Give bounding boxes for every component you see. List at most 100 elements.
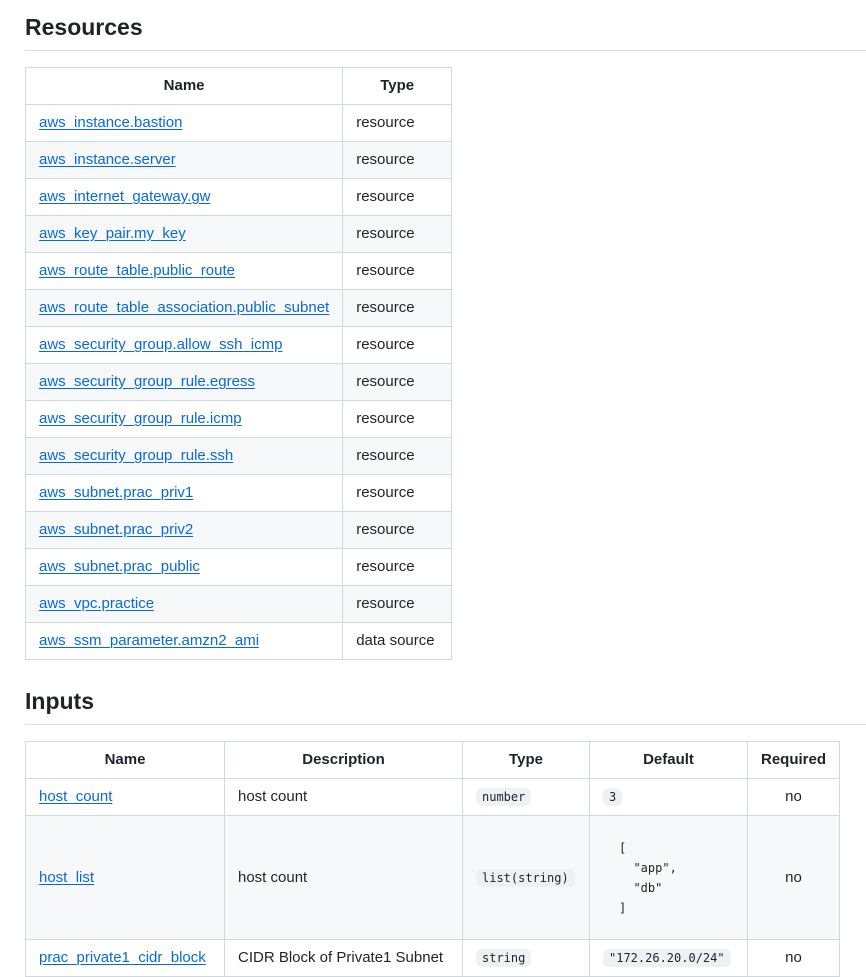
resource-link[interactable]: aws_instance.server xyxy=(39,151,176,168)
resource-name-cell: aws_key_pair.my_key xyxy=(24,215,344,253)
resource-link[interactable]: aws_subnet.prac_priv1 xyxy=(39,484,193,501)
column-header-description: Description xyxy=(224,741,463,779)
input-type-cell: string xyxy=(462,939,590,977)
table-row: aws_route_table_association.public_subne… xyxy=(24,289,453,327)
table-row: host_list host count list(string) [ "app", … xyxy=(25,815,841,940)
resource-type-cell: resource xyxy=(342,400,453,438)
input-required-cell: no xyxy=(746,939,841,977)
resource-type-cell: resource xyxy=(342,289,453,327)
resource-link[interactable]: aws_security_group.allow_ssh_icmp xyxy=(39,336,282,353)
resource-type-cell: resource xyxy=(342,178,453,216)
input-type-cell: number xyxy=(462,778,590,816)
default-code: 3 xyxy=(603,788,623,806)
resource-name-cell: aws_internet_gateway.gw xyxy=(24,178,344,216)
table-row: aws_security_group_rule.icmp resource xyxy=(24,400,453,438)
resource-link[interactable]: aws_ssm_parameter.amzn2_ami xyxy=(39,632,259,649)
resource-name-cell: aws_security_group_rule.icmp xyxy=(24,400,344,438)
column-header-type: Type xyxy=(462,741,590,779)
inputs-heading: Inputs xyxy=(25,686,866,725)
resource-name-cell: aws_ssm_parameter.amzn2_ami xyxy=(24,622,344,660)
type-code: number xyxy=(476,788,532,806)
resource-link[interactable]: aws_subnet.prac_public xyxy=(39,558,200,575)
type-code: list(string) xyxy=(476,868,575,887)
resource-type-cell: resource xyxy=(342,437,453,475)
resource-type-cell: resource xyxy=(342,548,453,586)
resource-link[interactable]: aws_route_table_association.public_subne… xyxy=(39,299,329,316)
table-row: aws_security_group.allow_ssh_icmp resourc… xyxy=(24,326,453,364)
resource-name-cell: aws_vpc.practice xyxy=(24,585,344,623)
column-header-default: Default xyxy=(589,741,748,779)
table-row: aws_ssm_parameter.amzn2_ami data source xyxy=(24,622,453,660)
resources-table-body: aws_instance.bastion resource aws_instance… xyxy=(24,104,453,660)
input-required-cell: no xyxy=(746,778,841,816)
column-header-required: Required xyxy=(746,741,841,779)
table-row: aws_internet_gateway.gw resource xyxy=(24,178,453,216)
default-code: "172.26.20.0/24" xyxy=(603,949,731,967)
type-code: string xyxy=(476,949,532,967)
column-header-name: Name xyxy=(24,67,344,105)
input-description-cell: CIDR Block of Private1 Subnet xyxy=(224,939,463,977)
table-row: aws_security_group_rule.egress resource xyxy=(24,363,453,401)
resource-name-cell: aws_subnet.prac_priv1 xyxy=(24,474,344,512)
resource-type-cell: resource xyxy=(342,141,453,179)
table-header-row: Name Type xyxy=(24,67,453,105)
column-header-name: Name xyxy=(25,741,225,779)
resource-name-cell: aws_security_group.allow_ssh_icmp xyxy=(24,326,344,364)
resources-table: Name Type aws_instance.bastion resource aw… xyxy=(24,67,453,660)
resource-type-cell: resource xyxy=(342,326,453,364)
table-row: aws_route_table.public_route resource xyxy=(24,252,453,290)
column-header-type: Type xyxy=(342,67,453,105)
input-required-cell: no xyxy=(746,815,841,940)
resource-name-cell: aws_route_table_association.public_subne… xyxy=(24,289,344,327)
resource-type-cell: resource xyxy=(342,104,453,142)
readme-content: Resources Name Type aws_instance.bastion… xyxy=(24,0,866,977)
resources-heading: Resources xyxy=(25,12,866,51)
resource-name-cell: aws_subnet.prac_priv2 xyxy=(24,511,344,549)
table-row: aws_instance.server resource xyxy=(24,141,453,179)
resource-name-cell: aws_route_table.public_route xyxy=(24,252,344,290)
input-default-cell: "172.26.20.0/24" xyxy=(589,939,748,977)
input-link[interactable]: host_count xyxy=(39,788,112,805)
resource-type-cell: resource xyxy=(342,363,453,401)
resource-link[interactable]: aws_instance.bastion xyxy=(39,114,182,131)
resource-name-cell: aws_instance.bastion xyxy=(24,104,344,142)
table-row: aws_security_group_rule.ssh resource xyxy=(24,437,453,475)
default-code-block: [ "app", "db" ] xyxy=(619,840,677,915)
resource-link[interactable]: aws_internet_gateway.gw xyxy=(39,188,211,205)
input-link[interactable]: prac_private1_cidr_block xyxy=(39,949,206,966)
resource-type-cell: resource xyxy=(342,474,453,512)
resource-link[interactable]: aws_security_group_rule.icmp xyxy=(39,410,242,427)
table-row: aws_subnet.prac_priv2 resource xyxy=(24,511,453,549)
resource-link[interactable]: aws_security_group_rule.egress xyxy=(39,373,255,390)
resource-link[interactable]: aws_key_pair.my_key xyxy=(39,225,186,242)
table-row: prac_private1_cidr_block CIDR Block of Pr… xyxy=(25,939,841,977)
input-name-cell: prac_private1_cidr_block xyxy=(25,939,225,977)
resource-type-cell: resource xyxy=(342,511,453,549)
input-name-cell: host_list xyxy=(25,815,225,940)
resource-link[interactable]: aws_security_group_rule.ssh xyxy=(39,447,233,464)
resource-link[interactable]: aws_vpc.practice xyxy=(39,595,154,612)
resource-type-cell: resource xyxy=(342,252,453,290)
input-type-cell: list(string) xyxy=(462,815,590,940)
input-name-cell: host_count xyxy=(25,778,225,816)
resource-type-cell: resource xyxy=(342,215,453,253)
input-default-cell: [ "app", "db" ] xyxy=(589,815,748,940)
input-description-cell: host count xyxy=(224,778,463,816)
input-description-cell: host count xyxy=(224,815,463,940)
resource-name-cell: aws_instance.server xyxy=(24,141,344,179)
input-link[interactable]: host_list xyxy=(39,869,94,886)
resource-type-cell: data source xyxy=(342,622,453,660)
resource-name-cell: aws_security_group_rule.egress xyxy=(24,363,344,401)
resource-name-cell: aws_security_group_rule.ssh xyxy=(24,437,344,475)
inputs-table-body: host_count host count number 3 no host_list ho… xyxy=(25,778,841,977)
table-header-row: Name Description Type Default Required xyxy=(25,741,841,779)
input-default-cell: 3 xyxy=(589,778,748,816)
resource-name-cell: aws_subnet.prac_public xyxy=(24,548,344,586)
table-row: aws_subnet.prac_priv1 resource xyxy=(24,474,453,512)
inputs-table: Name Description Type Default Required h… xyxy=(25,741,841,977)
resource-link[interactable]: aws_route_table.public_route xyxy=(39,262,235,279)
table-row: aws_instance.bastion resource xyxy=(24,104,453,142)
table-row: aws_vpc.practice resource xyxy=(24,585,453,623)
resource-link[interactable]: aws_subnet.prac_priv2 xyxy=(39,521,193,538)
table-row: host_count host count number 3 no xyxy=(25,778,841,816)
